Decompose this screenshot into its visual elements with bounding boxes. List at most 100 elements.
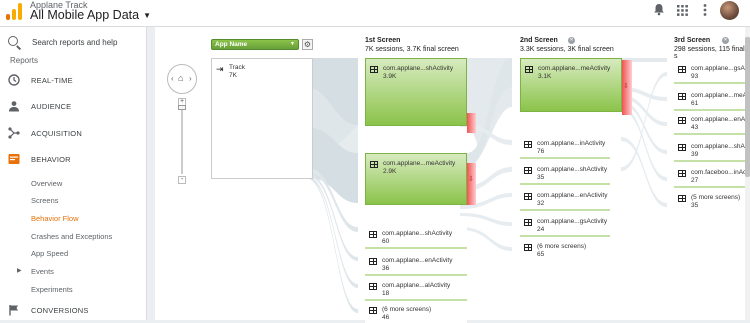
table-icon [524, 193, 532, 200]
search-reports[interactable]: Search reports and help [0, 27, 147, 57]
close-column-icon[interactable]: ✕ [722, 37, 729, 44]
nav-acquisition[interactable]: ACQUISITION [0, 122, 147, 144]
node-value: 3.1K [538, 73, 552, 80]
start-node-track[interactable]: ⇥ Track 7K [211, 58, 313, 179]
more-vert-icon[interactable] [696, 3, 714, 21]
flow-node-large[interactable]: com.applane...meActivity 2.9K [365, 153, 467, 205]
nav-realtime[interactable]: REAL-TIME [0, 69, 147, 91]
node-value: 60 [382, 238, 390, 245]
nav-realtime-label: REAL-TIME [31, 76, 73, 85]
flow-node-small[interactable]: com.applane...gsActivity 24 [520, 215, 610, 237]
nav-audience[interactable]: AUDIENCE [0, 95, 147, 117]
search-input[interactable]: Search reports and help [32, 38, 117, 47]
column-1-summary: 7K sessions, 3.7K final screen [365, 46, 459, 53]
node-label: com.applane...meActivity [383, 160, 456, 167]
property-name: All Mobile App Data [30, 8, 140, 22]
person-icon [9, 101, 19, 112]
nav-conversions-label: CONVERSIONS [31, 306, 89, 315]
node-label: com.applane...gsActivity [537, 218, 608, 225]
node-label: com.applane...shActivity [383, 65, 454, 72]
flow-node-small[interactable]: com.applane...inActivity 76 [520, 137, 610, 159]
pan-control[interactable]: ‹ ⌂ › [167, 64, 197, 94]
sub-crashes[interactable]: Crashes and Exceptions [31, 232, 112, 241]
node-label: (5 more screens) [691, 194, 741, 201]
dimension-select[interactable]: App Name ▼ [211, 39, 299, 50]
zoom-out-button[interactable]: - [178, 176, 186, 184]
column-1-title: 1st Screen [365, 37, 401, 44]
settings-gear-icon[interactable]: ⚙ [302, 39, 313, 50]
start-node-label: Track [229, 64, 246, 71]
flow-node-small[interactable]: com.applane...shAc 39 [674, 140, 750, 162]
node-label: com.applane...enActivity [537, 192, 608, 199]
flow-node-large[interactable]: com.applane...shActivity 3.9K [365, 58, 467, 126]
column-2-summary: 3.3K sessions, 3K final screen [520, 46, 614, 53]
flow-node-small[interactable]: com.applane...shActivity 60 [365, 227, 467, 249]
table-icon [370, 66, 378, 73]
sub-app-speed[interactable]: App Speed [31, 249, 68, 258]
table-icon [369, 231, 377, 238]
column-2-title: 2nd Screen [520, 37, 558, 44]
sub-screens[interactable]: Screens [31, 196, 59, 205]
notifications-icon[interactable] [650, 3, 668, 21]
flow-node-small[interactable]: com.applane...shActivity 35 [520, 163, 610, 185]
analytics-logo-icon[interactable] [5, 2, 23, 20]
flow-node-small[interactable]: com.applane...gsAc 93 [674, 62, 750, 84]
flow-node-small[interactable]: com.faceboo...inAc 27 [674, 166, 750, 188]
vertical-scrollbar[interactable] [745, 27, 750, 320]
node-value: 61 [691, 100, 699, 107]
node-value: 18 [382, 290, 390, 297]
expand-arrow-icon[interactable]: ▶ [17, 267, 22, 274]
flow-node-small[interactable]: com.applane...enActivity 32 [520, 189, 610, 211]
node-value: 65 [537, 251, 545, 258]
behavior-icon [8, 154, 20, 164]
flow-node-small[interactable]: com.applane...enActivity 36 [365, 254, 467, 276]
flow-node-small[interactable]: (5 more screens) 35 [674, 191, 750, 213]
home-icon[interactable]: ⌂ [178, 73, 183, 83]
sub-experiments[interactable]: Experiments [31, 285, 73, 294]
behavior-flow-panel: ‹ ⌂ › + - App Name ▼ ⚙ ⇥ Track 7K 1st Sc… [155, 27, 750, 323]
flag-icon [9, 305, 18, 316]
nav-audience-label: AUDIENCE [31, 102, 72, 111]
table-icon [524, 219, 532, 226]
nav-conversions[interactable]: CONVERSIONS [0, 299, 147, 321]
node-value: 2.9K [383, 168, 397, 175]
nav-behavior[interactable]: BEHAVIOR [0, 148, 147, 170]
node-label: com.applane...shActivity [382, 230, 453, 237]
dropoff-bar[interactable]: ⇩ [467, 163, 476, 205]
flow-node-small[interactable]: (6 more screens) 65 [520, 240, 610, 262]
node-value: 32 [537, 200, 545, 207]
node-label: (6 more screens) [382, 306, 432, 313]
zoom-slider-handle[interactable] [178, 105, 186, 110]
table-icon [678, 66, 686, 73]
avatar[interactable] [720, 1, 739, 20]
dimension-select-value: App Name [215, 41, 248, 48]
flow-node-small[interactable]: com.applane...alActivity 18 [365, 279, 467, 301]
flow-node-small[interactable]: (6 more screens) 46 [365, 303, 467, 323]
flow-node-small[interactable]: com.applane...enAc 43 [674, 113, 750, 135]
sidebar: Search reports and help Reports REAL-TIM… [0, 27, 147, 320]
column-3-summary: 298 sessions, 115 final s [674, 46, 745, 60]
dropoff-bar[interactable]: ⇩ [622, 60, 632, 115]
sub-events[interactable]: Events [31, 267, 54, 276]
table-icon [678, 195, 686, 202]
scrollbar-thumb[interactable] [745, 37, 750, 177]
table-icon [370, 161, 378, 168]
property-selector[interactable]: All Mobile App Data ▼ [30, 8, 151, 22]
apps-grid-icon[interactable] [673, 3, 691, 21]
node-label: com.applane...enAc [691, 116, 749, 123]
flow-node-large[interactable]: com.applane...meActivity 3.1K [520, 58, 622, 112]
top-bar: Applane Track All Mobile App Data ▼ [0, 0, 750, 27]
flow-node-small[interactable]: com.applane...meA 61 [674, 89, 750, 111]
pan-left-icon[interactable]: ‹ [171, 74, 174, 83]
pan-right-icon[interactable]: › [189, 74, 192, 83]
clock-icon [8, 74, 20, 86]
close-column-icon[interactable]: ✕ [568, 37, 575, 44]
table-icon [678, 93, 686, 100]
dropoff-bar[interactable] [467, 113, 476, 133]
sub-behavior-flow[interactable]: Behavior Flow [31, 214, 79, 223]
node-value: 27 [691, 177, 699, 184]
sub-overview[interactable]: Overview [31, 179, 62, 188]
table-icon [524, 141, 532, 148]
node-value: 43 [691, 124, 699, 131]
zoom-slider-track[interactable] [181, 108, 183, 174]
